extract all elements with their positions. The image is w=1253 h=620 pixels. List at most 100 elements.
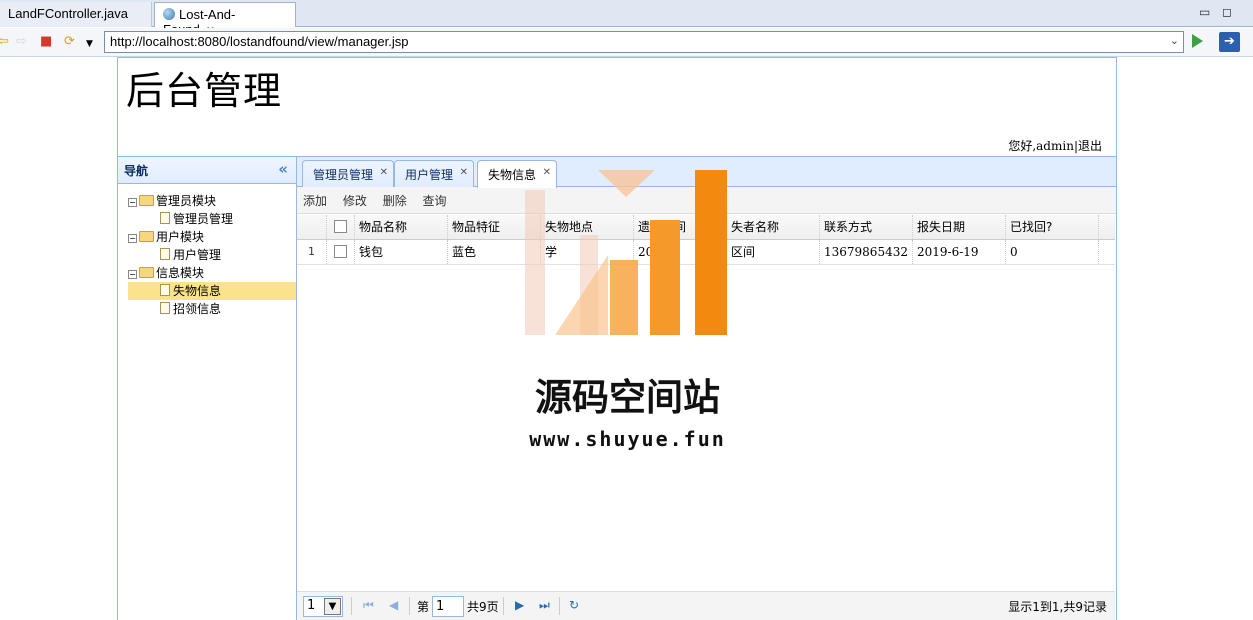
table-cell: 0 — [1006, 240, 1099, 264]
tree-item-found-info[interactable]: 招领信息 — [128, 300, 296, 318]
page-number-value: 1 — [436, 599, 445, 614]
checkbox-icon[interactable] — [334, 245, 347, 258]
row-checkbox[interactable] — [327, 240, 355, 264]
url-bar[interactable]: http://localhost:8080/lostandfound/view/… — [104, 31, 1184, 53]
minimize-icon[interactable]: ▭ — [1199, 5, 1210, 19]
browser-toolbar: ⇦ ⇨ ■ ⟳ ▼ http://localhost:8080/lostandf… — [0, 28, 1253, 57]
checkbox-icon[interactable] — [334, 220, 347, 233]
tree-item-admin-manage[interactable]: 管理员管理 — [128, 210, 296, 228]
chevron-down-icon[interactable]: ⌄ — [1170, 34, 1179, 47]
table-cell: 201 — [634, 240, 727, 264]
back-icon[interactable]: ⇦ — [0, 35, 9, 49]
divider — [503, 597, 504, 615]
table-cell: 13679865432 — [820, 240, 913, 264]
refresh-icon[interactable]: ↻ — [569, 598, 579, 612]
page-prefix: 第 — [417, 600, 430, 614]
refresh-icon[interactable]: ⟳ — [64, 35, 75, 49]
column-header[interactable]: 失者名称 — [727, 215, 820, 239]
delete-button[interactable]: 删除 — [383, 194, 407, 208]
table-row[interactable]: 1 钱包 蓝色 学 201 区间 13679865432 2019-6-19 0 — [297, 240, 1115, 265]
page-number-input[interactable]: 1 — [432, 596, 464, 617]
collapse-icon[interactable]: « — [278, 160, 288, 178]
close-icon[interactable]: ✕ — [380, 167, 388, 178]
tree-group-label: 用户模块 — [156, 230, 205, 244]
folder-icon — [139, 231, 154, 242]
grid-toolbar: 添加 修改 删除 查询 — [297, 187, 1116, 214]
table-cell: 2019-6-19 — [913, 240, 1006, 264]
tree-group-info[interactable]: − 信息模块 — [128, 264, 296, 282]
tree-group-label: 管理员模块 — [156, 194, 217, 208]
editor-tab-strip: LandFController.java Lost-And-Found✕ ▭ ◻ — [0, 0, 1253, 37]
column-header[interactable]: 联系方式 — [820, 215, 913, 239]
globe-icon — [163, 8, 175, 20]
column-header[interactable]: 物品名称 — [355, 215, 448, 239]
folder-icon — [139, 195, 154, 206]
page-header: 后台管理 您好,admin|退出 — [118, 58, 1116, 157]
tree-group-admin[interactable]: − 管理员模块 — [128, 192, 296, 210]
open-external-icon[interactable]: ➔ — [1219, 32, 1240, 52]
tab-admin-manage[interactable]: 管理员管理 ✕ — [302, 160, 395, 187]
web-page: 后台管理 您好,admin|退出 导航 « − 管理员模块 管理员管理 − 用户模块… — [117, 57, 1117, 620]
folder-icon — [139, 267, 154, 278]
tree-item-user-manage[interactable]: 用户管理 — [128, 246, 296, 264]
next-page-icon[interactable]: ▶ — [515, 598, 524, 612]
tree-item-label: 用户管理 — [173, 248, 222, 262]
prev-page-icon[interactable]: ◀ — [389, 598, 398, 612]
pagination-bar: 1 ▼ ⏮ ◀ 第 1 共9页 ▶ ⏭ ↻ 显示1到1,共9记录 — [297, 591, 1115, 620]
grid-header-row: 物品名称 物品特征 失物地点 遗失时间 失者名称 联系方式 报失日期 已找回? — [297, 215, 1115, 240]
page-size-select[interactable]: 1 ▼ — [303, 596, 343, 617]
divider — [351, 597, 352, 615]
go-icon[interactable] — [1192, 34, 1203, 48]
column-header[interactable]: 已找回? — [1006, 215, 1099, 239]
close-icon[interactable]: ✕ — [460, 167, 468, 178]
tree-item-label: 招领信息 — [173, 302, 222, 316]
last-page-icon[interactable]: ⏭ — [539, 598, 550, 613]
tab-user-manage[interactable]: 用户管理 ✕ — [394, 160, 475, 187]
tree-group-user[interactable]: − 用户模块 — [128, 228, 296, 246]
nav-tree: − 管理员模块 管理员管理 − 用户模块 用户管理 − 信息模块 失物信息 招领信息 — [118, 184, 296, 318]
query-button[interactable]: 查询 — [423, 194, 447, 208]
page-total: 共9页 — [467, 600, 499, 614]
tree-item-lost-info[interactable]: 失物信息 — [128, 282, 296, 300]
nav-header: 导航 « — [118, 157, 296, 184]
table-cell: 蓝色 — [448, 240, 541, 264]
collapse-toggle-icon[interactable]: − — [128, 270, 137, 279]
welcome-bar: 您好,admin|退出 — [1008, 139, 1102, 153]
content-panel: 管理员管理 ✕ 用户管理 ✕ 失物信息 ✕ 添加 修改 删除 查询 物品名称 物品特征… — [297, 157, 1116, 620]
row-filler — [1099, 240, 1115, 264]
tree-item-label: 管理员管理 — [173, 212, 234, 226]
data-grid: 物品名称 物品特征 失物地点 遗失时间 失者名称 联系方式 报失日期 已找回? … — [297, 215, 1115, 265]
chevron-down-icon[interactable]: ▼ — [86, 37, 93, 51]
header-filler — [1099, 215, 1115, 239]
edit-button[interactable]: 修改 — [343, 194, 367, 208]
select-all-checkbox[interactable] — [327, 215, 355, 239]
tab-lost-info[interactable]: 失物信息 ✕ — [477, 160, 558, 188]
tab-label: 用户管理 — [405, 168, 454, 182]
column-header[interactable]: 物品特征 — [448, 215, 541, 239]
file-icon — [160, 284, 170, 296]
column-header[interactable]: 报失日期 — [913, 215, 1006, 239]
content-tabs: 管理员管理 ✕ 用户管理 ✕ 失物信息 ✕ — [297, 157, 1116, 188]
tab-label: 失物信息 — [488, 168, 537, 182]
pagination-info: 显示1到1,共9记录 — [1008, 600, 1107, 614]
add-button[interactable]: 添加 — [303, 194, 327, 208]
first-page-icon[interactable]: ⏮ — [363, 598, 374, 613]
welcome-text: 您好,admin — [1008, 139, 1074, 153]
row-number-header — [297, 215, 327, 239]
page-size-value: 1 — [307, 598, 316, 613]
close-icon[interactable]: ✕ — [543, 167, 551, 178]
logout-link[interactable]: 退出 — [1078, 139, 1102, 153]
column-header[interactable]: 遗失时间 — [634, 215, 727, 239]
maximize-icon[interactable]: ◻ — [1222, 5, 1232, 19]
collapse-toggle-icon[interactable]: − — [128, 198, 137, 207]
stop-icon[interactable]: ■ — [40, 35, 52, 49]
file-icon — [160, 302, 170, 314]
chevron-down-icon[interactable]: ▼ — [324, 598, 341, 615]
column-header[interactable]: 失物地点 — [541, 215, 634, 239]
divider — [559, 597, 560, 615]
editor-tab-lost-and-found[interactable]: Lost-And-Found✕ — [154, 2, 296, 37]
forward-icon[interactable]: ⇨ — [16, 35, 27, 49]
collapse-toggle-icon[interactable]: − — [128, 234, 137, 243]
file-icon — [160, 248, 170, 260]
editor-tab-landfcontroller[interactable]: LandFController.java — [0, 2, 152, 27]
